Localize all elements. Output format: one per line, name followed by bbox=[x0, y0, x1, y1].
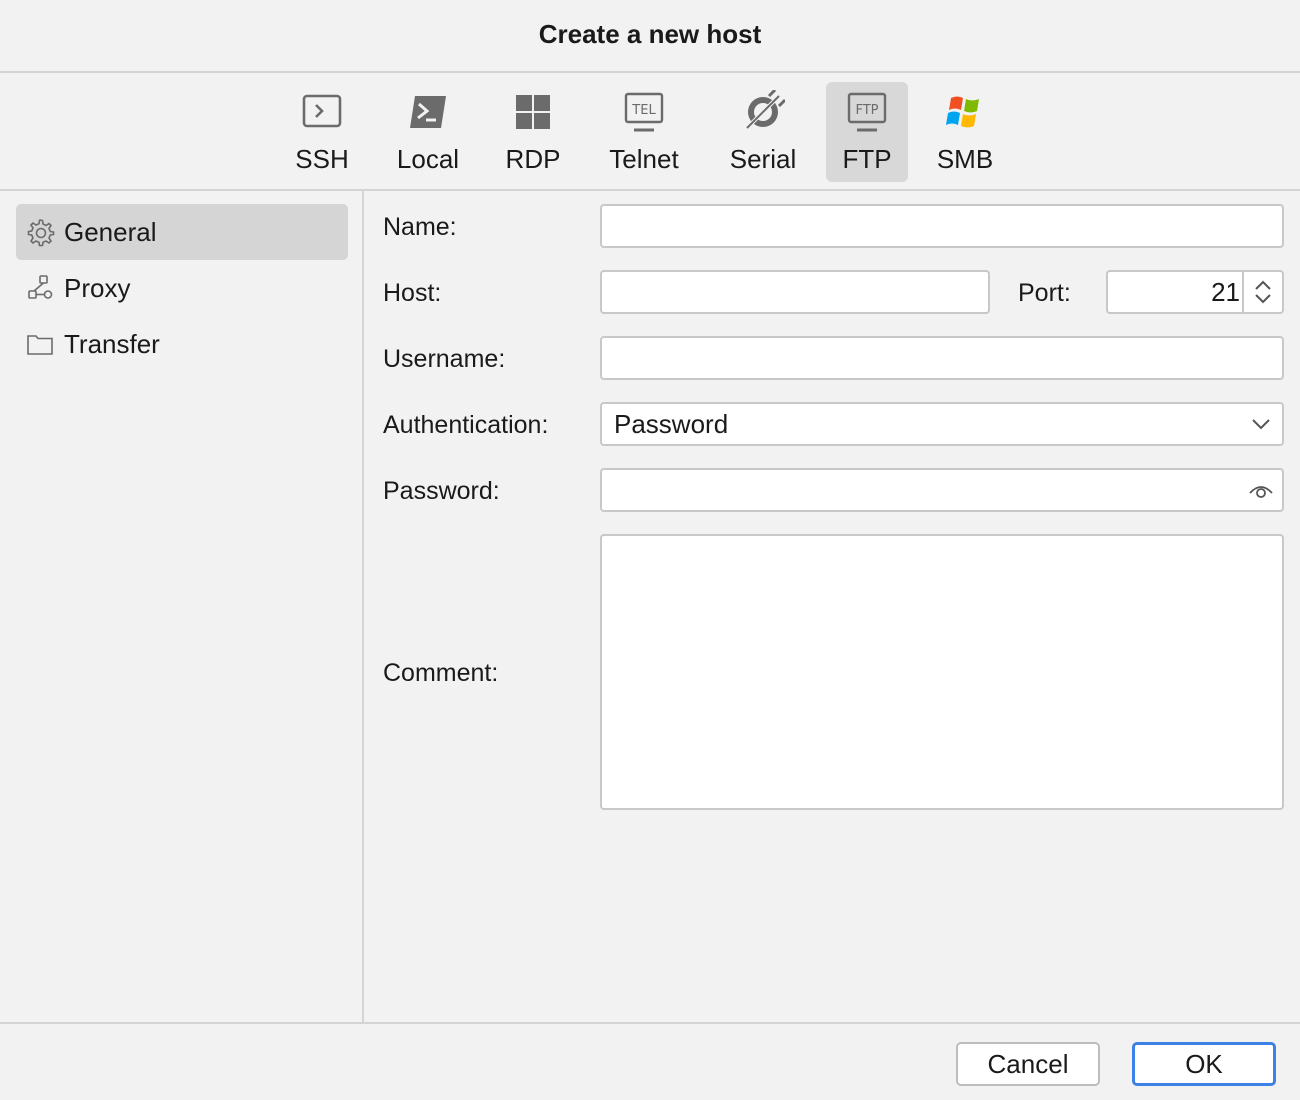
new-host-dialog: Create a new host SSH Local RDP TEL Teln… bbox=[0, 0, 1300, 1100]
host-type-toolbar: SSH Local RDP TEL Telnet Serial FTP FTP … bbox=[0, 75, 1300, 191]
sidebar-item-label: Proxy bbox=[64, 272, 131, 303]
authentication-select[interactable]: Password bbox=[600, 402, 1284, 446]
port-stepper[interactable] bbox=[1242, 272, 1282, 312]
ftp-monitor-icon: FTP bbox=[847, 92, 887, 132]
port-value[interactable]: 21 bbox=[1211, 272, 1240, 312]
host-label: Host: bbox=[383, 279, 442, 307]
settings-sidebar: General Proxy Transfer bbox=[0, 191, 364, 1022]
port-spinner[interactable]: 21 bbox=[1106, 270, 1284, 314]
gear-icon bbox=[27, 219, 55, 247]
windows-grid-icon bbox=[516, 95, 550, 129]
sidebar-item-proxy[interactable]: Proxy bbox=[16, 260, 348, 316]
password-input[interactable] bbox=[600, 468, 1284, 512]
host-type-local[interactable]: Local bbox=[390, 82, 466, 182]
ok-button[interactable]: OK bbox=[1132, 1042, 1276, 1086]
folder-icon bbox=[27, 335, 53, 355]
powershell-icon bbox=[410, 96, 446, 128]
telnet-monitor-icon: TEL bbox=[624, 92, 664, 132]
username-input[interactable] bbox=[600, 336, 1284, 380]
windows-flag-icon bbox=[946, 96, 979, 128]
comment-textarea[interactable] bbox=[600, 534, 1284, 810]
comment-label: Comment: bbox=[383, 659, 499, 687]
terminal-icon bbox=[302, 94, 342, 128]
host-type-label: FTP bbox=[842, 144, 892, 174]
host-type-label: SSH bbox=[295, 144, 349, 174]
sidebar-item-transfer[interactable]: Transfer bbox=[16, 316, 348, 372]
password-label: Password: bbox=[383, 477, 500, 505]
host-type-smb[interactable]: SMB bbox=[926, 82, 1004, 182]
name-label: Name: bbox=[383, 213, 457, 241]
chevron-down-icon bbox=[1252, 419, 1270, 430]
dialog-footer: Cancel OK bbox=[0, 1022, 1300, 1100]
authentication-value: Password bbox=[614, 409, 729, 439]
host-type-ftp[interactable]: FTP FTP bbox=[826, 82, 908, 182]
host-type-label: SMB bbox=[936, 144, 994, 174]
host-type-serial[interactable]: Serial bbox=[722, 82, 804, 182]
host-type-label: Serial bbox=[729, 144, 797, 174]
host-type-ssh[interactable]: SSH bbox=[284, 82, 360, 182]
sidebar-item-general[interactable]: General bbox=[16, 204, 348, 260]
host-type-label: RDP bbox=[505, 144, 561, 174]
serial-plug-icon bbox=[745, 90, 785, 130]
name-input[interactable] bbox=[600, 204, 1284, 248]
eye-icon[interactable] bbox=[1248, 478, 1274, 504]
svg-text:FTP: FTP bbox=[855, 103, 878, 118]
sidebar-item-label: General bbox=[64, 216, 157, 247]
username-label: Username: bbox=[383, 345, 506, 373]
sidebar-item-label: Transfer bbox=[64, 328, 160, 359]
stepper-arrows-icon[interactable] bbox=[1252, 277, 1274, 307]
host-input[interactable] bbox=[600, 270, 990, 314]
title-bar: Create a new host bbox=[0, 0, 1300, 73]
network-icon bbox=[28, 275, 53, 299]
host-type-rdp[interactable]: RDP bbox=[495, 82, 571, 182]
host-type-label: Local bbox=[396, 144, 460, 174]
port-label: Port: bbox=[1018, 279, 1071, 307]
cancel-button[interactable]: Cancel bbox=[956, 1042, 1100, 1086]
authentication-label: Authentication: bbox=[383, 411, 549, 439]
host-type-telnet[interactable]: TEL Telnet bbox=[600, 82, 688, 182]
host-type-label: Telnet bbox=[609, 144, 679, 174]
dialog-title: Create a new host bbox=[538, 19, 762, 49]
svg-text:TEL: TEL bbox=[631, 103, 656, 118]
general-form: Name: Host: Port: 21 Username: Authentic… bbox=[366, 191, 1300, 1022]
